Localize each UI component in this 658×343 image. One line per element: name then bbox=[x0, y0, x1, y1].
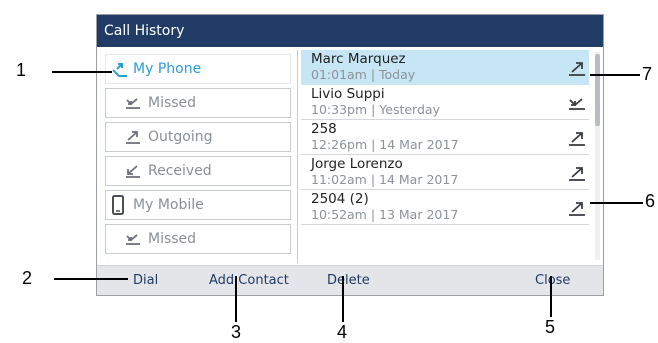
callout-number: 2 bbox=[22, 268, 33, 288]
callout-number: 7 bbox=[642, 64, 653, 84]
callout-number: 6 bbox=[645, 191, 656, 211]
callout-lines bbox=[52, 71, 643, 322]
callout-number: 5 bbox=[545, 317, 556, 337]
callout-number: 1 bbox=[16, 60, 27, 80]
